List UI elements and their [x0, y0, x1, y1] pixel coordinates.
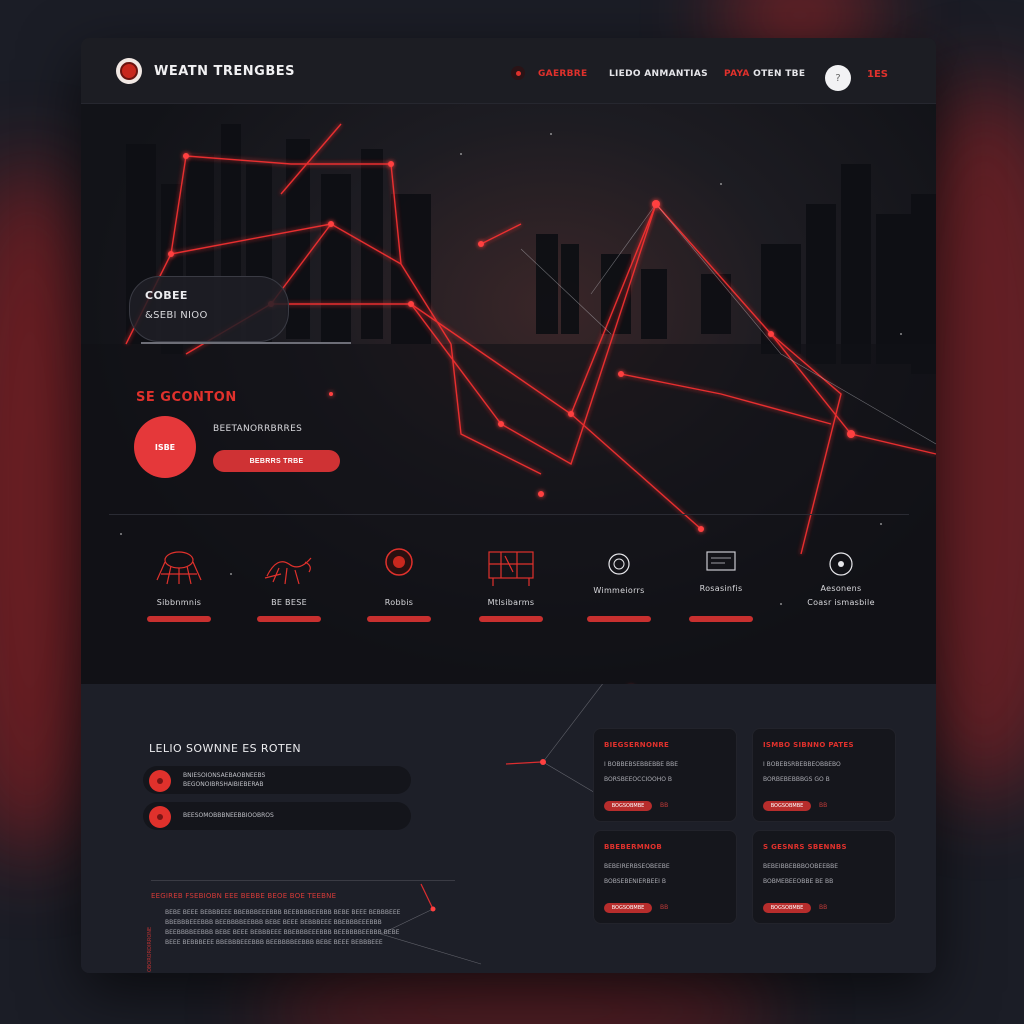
card-2-line-1: I BOBEBSRBEBBEOBBEBO [763, 761, 841, 768]
hero-divider [109, 514, 909, 515]
info-card-4[interactable]: S GESNRS SBENNBS BEBEIBBEBBBOOBEEBBE BOB… [752, 830, 896, 924]
nav-link-3-highlight: PAYA [724, 69, 750, 79]
feature-label-4: Mtlsibarms [487, 598, 535, 607]
card-1-tag-secondary: BB [660, 802, 669, 809]
card-1-line-2: BORSBEEOCCIOOHO B [604, 776, 672, 783]
list-row-2[interactable]: BEESOMOBBBNEEBBIOOBROS [143, 802, 411, 830]
hero-circle-label: ISBE [154, 442, 176, 452]
card-3-title: BBEBERMNOB [604, 843, 663, 851]
card-3-line-2: BOBSEBENIERBEEI B [604, 878, 666, 885]
hero-section: COBEE &SEBI NIOO SE GCONTON ISBE BEETANO… [81, 104, 936, 684]
nav-link-1[interactable]: GAERBRE [538, 69, 587, 79]
nav-link-3[interactable]: PAYA OTEN TBE [724, 69, 805, 79]
feature-label-5: Wimmeiorrs [593, 586, 645, 595]
card-2-title: ISMBO SIBNNO PATES [763, 741, 854, 749]
list-row-1[interactable]: BNIESOIONSAEBAOBNEEBS BEGONOIBRSHAIBIEBE… [143, 766, 411, 794]
feature-label-1: Sibbnmnis [156, 598, 202, 607]
list-row-2-icon [149, 806, 171, 828]
card-1-title: BIEGSERNONRE [604, 741, 670, 749]
card-3-tag-secondary: BB [660, 904, 669, 911]
nav-indicator-icon [511, 66, 525, 80]
search-underline [141, 342, 351, 344]
search-pill-subtext: &SEBI NIOO [145, 310, 208, 321]
card-4-tag[interactable]: BOGSOBMBE [763, 903, 811, 913]
hero-caption: BEETANORRBRRES [213, 424, 303, 434]
bottom-section: LELIO SOWNNE ES ROTEN BNIESOIONSAEBAOBNE… [81, 684, 936, 973]
top-navigation-bar: WEATN TRENGBES GAERBRE LIEDO ANMANTIAS P… [81, 38, 936, 104]
feature-bar-5 [587, 616, 651, 622]
feature-label-3: Robbis [384, 598, 414, 607]
card-3-line-1: BEBEIRERBSEOBEEBE [604, 863, 670, 870]
feature-bar-2 [257, 616, 321, 622]
card-4-title: S GESNRS SBENNBS [763, 843, 847, 851]
card-2-tag[interactable]: BOGSOBMBE [763, 801, 811, 811]
card-1-line-1: I BOBBEBSEBBEBBE BBE [604, 761, 679, 768]
feature-item-6[interactable]: Rosasinfis [671, 536, 771, 656]
card-2-line-2: BORBEBEBBBGS GO B [763, 776, 830, 783]
feature-label-6: Rosasinfis [699, 584, 743, 593]
paragraph-heading: EEGIREB FSEBIOBN EEE BEBBE BEOE BOE TEEB… [151, 892, 337, 900]
paragraph-divider [151, 880, 455, 881]
scorpion-icon [264, 557, 312, 585]
feature-item-4[interactable]: Mtlsibarms [461, 536, 561, 656]
feature-item-3[interactable]: Robbis [349, 536, 449, 656]
feature-bar-1 [147, 616, 211, 622]
feature-item-1[interactable]: Sibbnmnis [129, 536, 229, 656]
card-4-line-2: BOBMEBEEOBBE BE BB [763, 878, 834, 885]
logo-icon[interactable] [116, 58, 142, 84]
list-row-1-icon [149, 770, 171, 792]
info-card-2[interactable]: ISMBO SIBNNO PATES I BOBEBSRBEBBEOBBEBO … [752, 728, 896, 822]
card-2-tag-secondary: BB [819, 802, 828, 809]
hero-circle-badge[interactable]: ISBE [134, 416, 196, 478]
feature-row: Sibbnmnis BE BESE Robbis Mtlsibarms Wimm… [81, 536, 936, 666]
nav-link-3-text: OTEN TBE [753, 69, 806, 79]
card-1-tag[interactable]: BOGSOBMBE [604, 801, 652, 811]
card-3-tag[interactable]: BOGSOBMBE [604, 903, 652, 913]
info-card-3[interactable]: BBEBERMNOB BEBEIRERBSEOBEEBE BOBSEBENIER… [593, 830, 737, 924]
list-row-2-text: BEESOMOBBBNEEBBIOOBROS [183, 812, 274, 819]
feature-label-7-top: Aesonens [820, 584, 862, 593]
nav-link-2[interactable]: LIEDO ANMANTIAS [609, 69, 708, 79]
paragraph-body: BEBE BEEE BEBBBEEE BBEBBBEEEBBB BEEBBBBE… [165, 909, 401, 946]
feature-bar-4 [479, 616, 543, 622]
list-title: LELIO SOWNNE ES ROTEN [149, 742, 302, 755]
search-pill[interactable] [129, 276, 289, 342]
card-4-tag-secondary: BB [819, 904, 828, 911]
app-window: WEATN TRENGBES GAERBRE LIEDO ANMANTIAS P… [81, 38, 936, 973]
user-avatar-icon[interactable]: ? [825, 65, 851, 91]
card-4-line-1: BEBEIBBEBBBOOBEEBBE [763, 863, 839, 870]
list-row-1-text: BNIESOIONSAEBAOBNEEBS BEGONOIBRSHAIBIEBE… [183, 772, 266, 788]
info-card-1[interactable]: BIEGSERNONRE I BOBBEBSEBBEBBE BBE BORSBE… [593, 728, 737, 822]
feature-item-2[interactable]: BE BESE [239, 536, 339, 656]
hero-cta-button[interactable]: BEBRRS TRBE [213, 450, 340, 472]
feature-bar-6 [689, 616, 753, 622]
feature-label-2: BE BESE [271, 598, 307, 607]
paragraph-side-label: OBORORDIRRONE [147, 926, 153, 972]
creature-icon [156, 551, 202, 585]
monitor-icon [706, 551, 736, 571]
feature-item-5[interactable]: Wimmeiorrs [569, 536, 669, 656]
search-pill-label: COBEE [145, 289, 188, 302]
emblem-icon [385, 548, 413, 576]
machine-icon [488, 551, 534, 586]
info-icon [829, 552, 853, 576]
brand-name: WEATN TRENGBES [154, 64, 296, 79]
notification-count[interactable]: 1ES [867, 69, 888, 80]
hero-section-title: SE GCONTON [136, 390, 237, 405]
feature-item-7[interactable]: Aesonens Coasr ismasbile [791, 536, 891, 656]
target-icon [608, 553, 630, 575]
feature-label-7: Coasr ismasbile [807, 598, 875, 607]
feature-bar-3 [367, 616, 431, 622]
